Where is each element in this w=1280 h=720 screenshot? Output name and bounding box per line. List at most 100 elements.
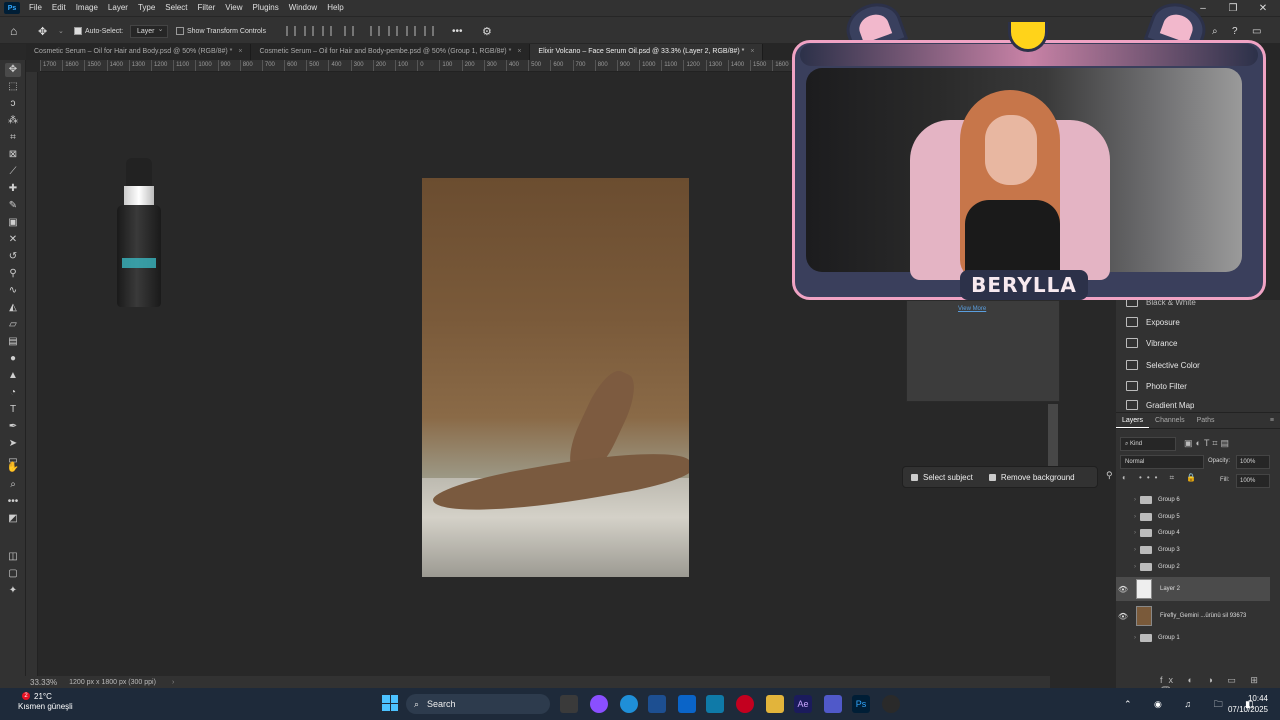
- copilot-icon[interactable]: [590, 695, 608, 713]
- layer-row-selected[interactable]: 👁 Layer 2: [1116, 577, 1270, 601]
- path-selection-icon[interactable]: ➤: [5, 437, 21, 451]
- adjustment-gradient-map[interactable]: Gradient Map: [1126, 399, 1194, 411]
- more-options-button[interactable]: •••: [452, 22, 463, 40]
- expand-chevron-icon[interactable]: ›: [1130, 497, 1140, 503]
- serum-bottle[interactable]: [117, 205, 161, 307]
- lock-icons[interactable]: ◐ ••• ⌗ 🔒: [1122, 473, 1201, 483]
- show-transform-controls-checkbox[interactable]: Show Transform Controls: [176, 22, 266, 40]
- frame-tool-icon[interactable]: ⊠: [5, 148, 21, 162]
- smudge-icon[interactable]: ∿: [5, 284, 21, 298]
- maximize-icon[interactable]: ❐: [1218, 0, 1248, 16]
- close-tab-icon[interactable]: ×: [238, 48, 242, 55]
- layer-row[interactable]: › Group 3: [1116, 542, 1270, 558]
- tool-preset-chevron-icon[interactable]: ⌄: [58, 22, 64, 40]
- tab-cosmetic-serum[interactable]: Cosmetic Serum – Oil for Hair and Body.p…: [26, 44, 252, 60]
- outlook-icon[interactable]: [678, 695, 696, 713]
- search-icon[interactable]: ⌕: [1212, 22, 1218, 40]
- panel-menu-icon[interactable]: ≡: [1264, 413, 1280, 428]
- taskbar-search[interactable]: ⌕ Search: [406, 694, 550, 714]
- edit-toolbar-icon[interactable]: •••: [5, 495, 21, 509]
- workspace-icon[interactable]: ▭: [1252, 22, 1261, 40]
- crop-tool-icon[interactable]: ⌗: [5, 131, 21, 145]
- menu-view[interactable]: View: [220, 0, 247, 16]
- expand-chevron-icon[interactable]: ›: [1130, 635, 1140, 641]
- quick-mask-icon[interactable]: ◫: [5, 550, 21, 564]
- opacity-input[interactable]: 100%: [1236, 455, 1270, 469]
- eye-icon[interactable]: 👁: [1116, 585, 1130, 594]
- menu-type[interactable]: Type: [133, 0, 160, 16]
- expand-chevron-icon[interactable]: ›: [1130, 547, 1140, 553]
- clone-stamp-icon[interactable]: ⚲: [5, 267, 21, 281]
- file-explorer-icon[interactable]: [766, 695, 784, 713]
- gradient-tool-icon[interactable]: ▤: [5, 335, 21, 349]
- zoom-tool-icon[interactable]: ⌕: [5, 478, 21, 492]
- expand-chevron-icon[interactable]: ›: [1130, 530, 1140, 536]
- eraser-icon[interactable]: ▱: [5, 318, 21, 332]
- home-icon[interactable]: ⌂: [10, 22, 17, 40]
- blur-tool-icon[interactable]: ●: [5, 352, 21, 366]
- eyedropper-icon[interactable]: ⟋: [5, 165, 21, 179]
- windows-start-icon[interactable]: [382, 695, 398, 711]
- layer-row[interactable]: › Group 4: [1116, 525, 1270, 541]
- filter-kind-dropdown[interactable]: ⌕ Kind: [1120, 437, 1176, 451]
- tab-cosmetic-serum-pembe[interactable]: Cosmetic Serum – Oil for Hair and Body-p…: [251, 44, 531, 60]
- move-tool-icon[interactable]: ✥: [38, 22, 47, 40]
- lasso-tool-icon[interactable]: ↄ: [5, 97, 21, 111]
- expand-chevron-icon[interactable]: ›: [1130, 564, 1140, 570]
- taskbar-clock[interactable]: 10:44 07/10/2025: [1212, 693, 1268, 715]
- eye-icon[interactable]: 👁: [1116, 612, 1130, 621]
- distribute-vertical-icon[interactable]: [424, 26, 434, 36]
- stamp-tool-icon[interactable]: ▣: [5, 216, 21, 230]
- menu-plugins[interactable]: Plugins: [248, 0, 284, 16]
- menu-select[interactable]: Select: [160, 0, 192, 16]
- close-tab-icon[interactable]: ×: [517, 48, 521, 55]
- distribute-icon[interactable]: [344, 26, 354, 36]
- select-subject-button[interactable]: Select subject: [903, 473, 981, 482]
- dodge-tool-icon[interactable]: ◔: [5, 386, 21, 400]
- view-more-link[interactable]: View More: [958, 306, 986, 312]
- edge-icon[interactable]: [620, 695, 638, 713]
- generative-icon[interactable]: ✦: [5, 584, 21, 598]
- menu-layer[interactable]: Layer: [103, 0, 133, 16]
- auto-select-check-icon[interactable]: [74, 27, 82, 35]
- expand-chevron-icon[interactable]: ›: [1130, 514, 1140, 520]
- help-icon[interactable]: ?: [1232, 22, 1238, 40]
- menu-filter[interactable]: Filter: [193, 0, 221, 16]
- layer-row[interactable]: › Group 6: [1116, 492, 1270, 508]
- obs-icon[interactable]: [882, 695, 900, 713]
- status-chevron-icon[interactable]: ›: [172, 679, 174, 686]
- monitor-app-icon[interactable]: [706, 695, 724, 713]
- tab-elixir-volcano[interactable]: Elixir Volcano – Face Serum Oil.psd @ 33…: [530, 44, 764, 60]
- magic-wand-icon[interactable]: ⁂: [5, 114, 21, 128]
- blend-mode-dropdown[interactable]: Normal: [1120, 455, 1204, 469]
- adjustment-vibrance[interactable]: Vibrance: [1126, 335, 1177, 351]
- layer-row[interactable]: › Group 5: [1116, 509, 1270, 525]
- layer-row[interactable]: 👁 Firefly_Gemini ...ürünü sil 93673: [1116, 604, 1270, 628]
- menu-edit[interactable]: Edit: [47, 0, 71, 16]
- tab-layers[interactable]: Layers: [1116, 413, 1150, 428]
- pen-tool-icon[interactable]: ✒: [5, 420, 21, 434]
- close-tab-icon[interactable]: ×: [750, 48, 754, 55]
- adjustment-selective-color[interactable]: Selective Color: [1126, 357, 1200, 373]
- zoom-level[interactable]: 33.33%: [30, 678, 57, 687]
- type-tool-icon[interactable]: T: [5, 403, 21, 417]
- tab-channels[interactable]: Channels: [1149, 413, 1191, 428]
- align-left-icon[interactable]: [286, 26, 296, 36]
- color-swatches-icon[interactable]: ◩: [5, 512, 21, 526]
- menu-image[interactable]: Image: [71, 0, 103, 16]
- after-effects-icon[interactable]: Ae: [794, 695, 812, 713]
- adjustment-exposure[interactable]: Exposure: [1126, 314, 1180, 330]
- healing-brush-icon[interactable]: ✚: [5, 182, 21, 196]
- panel-scrollbar[interactable]: [1048, 404, 1058, 474]
- layer-filter-icons[interactable]: ▣◐T⌗▤: [1184, 438, 1232, 449]
- remove-background-button[interactable]: Remove background: [981, 473, 1083, 482]
- adjustment-photo-filter[interactable]: Photo Filter: [1126, 378, 1187, 394]
- align-middle-v-icon[interactable]: [388, 26, 398, 36]
- auto-select-target-dropdown[interactable]: Layer: [130, 24, 168, 38]
- align-bottom-icon[interactable]: [406, 26, 416, 36]
- fill-input[interactable]: 100%: [1236, 474, 1270, 488]
- menu-window[interactable]: Window: [284, 0, 322, 16]
- crosshair-tool-icon[interactable]: ✕: [5, 233, 21, 247]
- document-canvas[interactable]: [422, 178, 689, 577]
- brush-tool-icon[interactable]: ✎: [5, 199, 21, 213]
